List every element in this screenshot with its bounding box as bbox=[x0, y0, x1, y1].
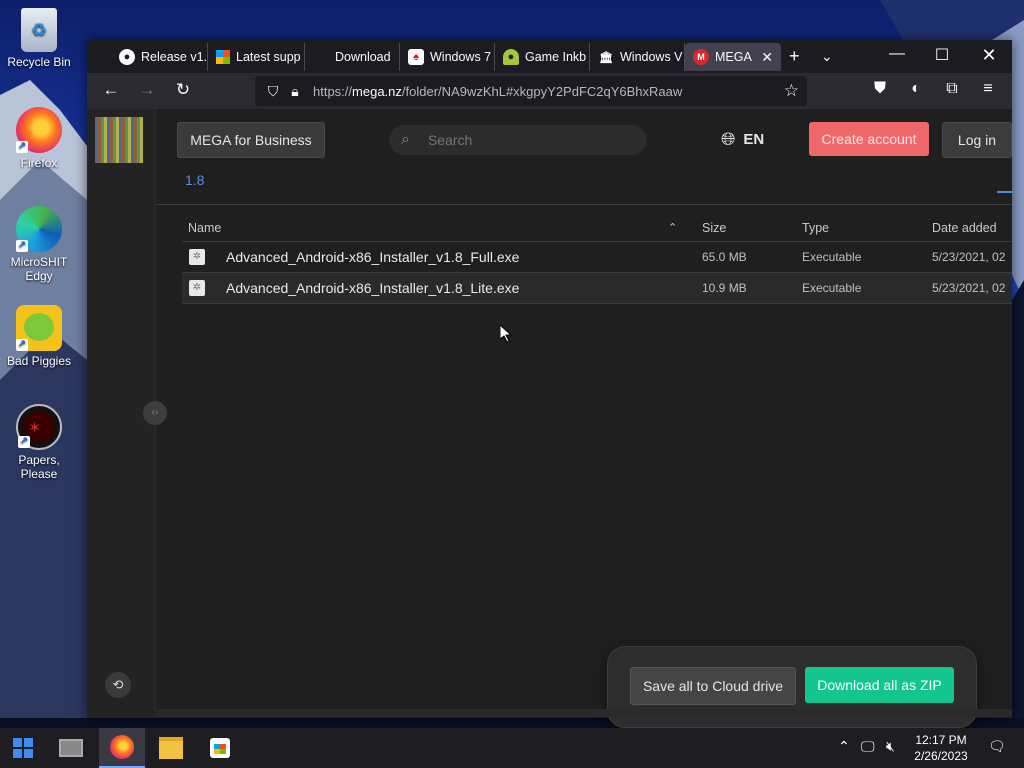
column-date-added[interactable]: Date added bbox=[932, 221, 997, 235]
globe-icon: 🌐︎ bbox=[721, 129, 736, 149]
tab-game-inkb[interactable]: ● Game Inkb bbox=[495, 43, 590, 71]
reload-icon[interactable]: ↻ bbox=[171, 80, 195, 100]
close-window-icon[interactable]: ✕ bbox=[974, 45, 1004, 66]
firefox-icon: ↗ bbox=[16, 107, 62, 153]
breadcrumb[interactable]: 1.8 bbox=[185, 172, 204, 188]
minimize-icon[interactable]: — bbox=[882, 45, 912, 63]
download-zip-button[interactable]: Download all as ZIP bbox=[805, 667, 954, 703]
mega-for-business-button[interactable]: MEGA for Business bbox=[177, 122, 325, 158]
table-header: Name ⌃ Size Type Date added bbox=[182, 213, 1012, 241]
url-text[interactable]: https://mega.nz/folder/NA9wzKhL#xkgpyY2P… bbox=[313, 84, 682, 99]
search-icon: ⌕ bbox=[401, 131, 410, 148]
search-input[interactable] bbox=[425, 131, 610, 149]
account-avatar-icon[interactable]: ◐ bbox=[904, 80, 928, 98]
tab-mega[interactable]: M MEGA ✕ bbox=[685, 43, 781, 71]
taskbar-store[interactable] bbox=[197, 728, 243, 768]
sync-icon[interactable]: ⟲ bbox=[105, 672, 131, 698]
bad-piggies-icon: ↗ bbox=[16, 305, 62, 351]
sort-ascending-icon[interactable]: ⌃ bbox=[668, 221, 677, 234]
volume-muted-icon[interactable]: 🔇︎ bbox=[886, 738, 895, 755]
task-view-button[interactable] bbox=[48, 728, 94, 768]
view-tab-indicator bbox=[997, 191, 1012, 193]
shortcut-arrow-icon: ↗ bbox=[16, 141, 28, 153]
folder-thumbnail[interactable] bbox=[95, 117, 143, 163]
desktop-icon-bad-piggies[interactable]: ↗ Bad Piggies bbox=[0, 305, 78, 368]
tab-windows-7[interactable]: ♠ Windows 7 bbox=[400, 43, 495, 71]
notifications-icon[interactable]: 🗨︎ bbox=[988, 738, 1006, 755]
bookmark-star-icon[interactable]: ☆ bbox=[784, 81, 799, 101]
new-tab-icon[interactable]: + bbox=[789, 46, 800, 67]
taskbar-file-explorer[interactable] bbox=[148, 728, 194, 768]
museum-icon: 🏛 bbox=[599, 51, 613, 64]
divider bbox=[157, 204, 1012, 205]
navigation-bar: ← → ↻ ⛉ 🔒︎ https://mega.nz/folder/NA9wzK… bbox=[87, 73, 1012, 109]
column-size[interactable]: Size bbox=[702, 221, 726, 235]
recycle-bin-icon: ♻ bbox=[21, 8, 57, 52]
tracking-shield-icon[interactable]: ⛉ bbox=[263, 83, 283, 100]
shortcut-arrow-icon: ↗ bbox=[18, 436, 30, 448]
mouse-cursor-icon bbox=[500, 325, 512, 343]
table-row[interactable]: ✲ Advanced_Android-x86_Installer_v1.8_Li… bbox=[182, 273, 1012, 304]
mega-page: ⟲ ‹› MEGA for Business ⌕ 🌐︎ EN Create ac… bbox=[87, 109, 1012, 728]
lock-icon[interactable]: 🔒︎ bbox=[285, 83, 305, 100]
shortcut-arrow-icon: ↗ bbox=[16, 339, 28, 351]
back-arrow-icon[interactable]: ← bbox=[99, 80, 123, 100]
github-icon: ● bbox=[119, 49, 135, 65]
executable-file-icon: ✲ bbox=[189, 280, 205, 296]
network-icon[interactable]: 🖵︎ bbox=[861, 738, 875, 755]
show-hidden-icons-chevron[interactable]: ⌃ bbox=[838, 738, 850, 755]
browser-window: ● Release v1. Latest supp Download ♠ Win… bbox=[87, 40, 1012, 728]
desktop-icon-edge[interactable]: ↗ MicroSHIT Edgy bbox=[0, 206, 78, 283]
close-tab-icon[interactable]: ✕ bbox=[761, 49, 773, 66]
android-icon: ● bbox=[503, 49, 519, 65]
microsoft-icon bbox=[216, 50, 230, 64]
tab-windows-v[interactable]: 🏛 Windows V bbox=[590, 43, 685, 71]
tab-release[interactable]: ● Release v1. bbox=[111, 43, 208, 71]
forward-arrow-icon[interactable]: → bbox=[135, 80, 159, 100]
desktop-icon-firefox[interactable]: ↗ Firefox bbox=[0, 107, 78, 170]
table-row[interactable]: ✲ Advanced_Android-x86_Installer_v1.8_Fu… bbox=[182, 242, 1012, 273]
column-type[interactable]: Type bbox=[802, 221, 829, 235]
papers-please-icon: ✶ ↗ bbox=[16, 404, 62, 450]
executable-file-icon: ✲ bbox=[189, 249, 205, 265]
tab-strip: ● Release v1. Latest supp Download ♠ Win… bbox=[87, 40, 1012, 73]
desktop-icon-recycle-bin[interactable]: ♻ Recycle Bin bbox=[0, 8, 78, 69]
task-view-icon bbox=[59, 739, 83, 757]
column-name[interactable]: Name bbox=[188, 221, 221, 235]
create-account-button[interactable]: Create account bbox=[809, 122, 929, 156]
search-box[interactable]: ⌕ bbox=[389, 125, 647, 155]
shortcut-arrow-icon: ↗ bbox=[16, 240, 28, 252]
pocket-icon[interactable]: ⛊ bbox=[868, 80, 892, 98]
save-to-cloud-button[interactable]: Save all to Cloud drive bbox=[630, 667, 796, 705]
extensions-icon[interactable]: ⧉ bbox=[940, 80, 964, 98]
tab-download[interactable]: Download bbox=[305, 43, 400, 71]
windows-logo-icon bbox=[13, 738, 33, 758]
menu-icon[interactable]: ≡ bbox=[976, 80, 1000, 98]
desktop-icon-papers-please[interactable]: ✶ ↗ Papers, Please bbox=[0, 404, 78, 481]
address-bar[interactable]: ⛉ 🔒︎ https://mega.nz/folder/NA9wzKhL#xkg… bbox=[255, 76, 807, 106]
taskbar-firefox[interactable] bbox=[99, 728, 145, 768]
taskbar: ⌃ 🖵︎ 🔇︎ 12:17 PM 2/26/2023 🗨︎ bbox=[0, 728, 1024, 768]
list-tabs-chevron-icon[interactable]: ⌄ bbox=[821, 48, 833, 65]
horizontal-scrollbar[interactable] bbox=[157, 709, 1012, 717]
sidebar-collapse-handle[interactable]: ‹› bbox=[143, 401, 167, 425]
store-bag-icon bbox=[210, 738, 230, 758]
language-selector[interactable]: 🌐︎ EN bbox=[721, 129, 764, 150]
maximize-icon[interactable]: ☐ bbox=[927, 45, 957, 65]
login-button[interactable]: Log in bbox=[942, 122, 1012, 158]
cards-icon: ♠ bbox=[408, 49, 424, 65]
edge-icon: ↗ bbox=[16, 206, 62, 252]
clock[interactable]: 12:17 PM 2/26/2023 bbox=[905, 732, 977, 764]
tab-latest-support[interactable]: Latest supp bbox=[208, 43, 305, 71]
mega-logo-icon: M bbox=[693, 49, 709, 65]
start-button[interactable] bbox=[0, 728, 46, 768]
firefox-icon bbox=[110, 735, 134, 759]
folder-icon bbox=[159, 737, 183, 759]
